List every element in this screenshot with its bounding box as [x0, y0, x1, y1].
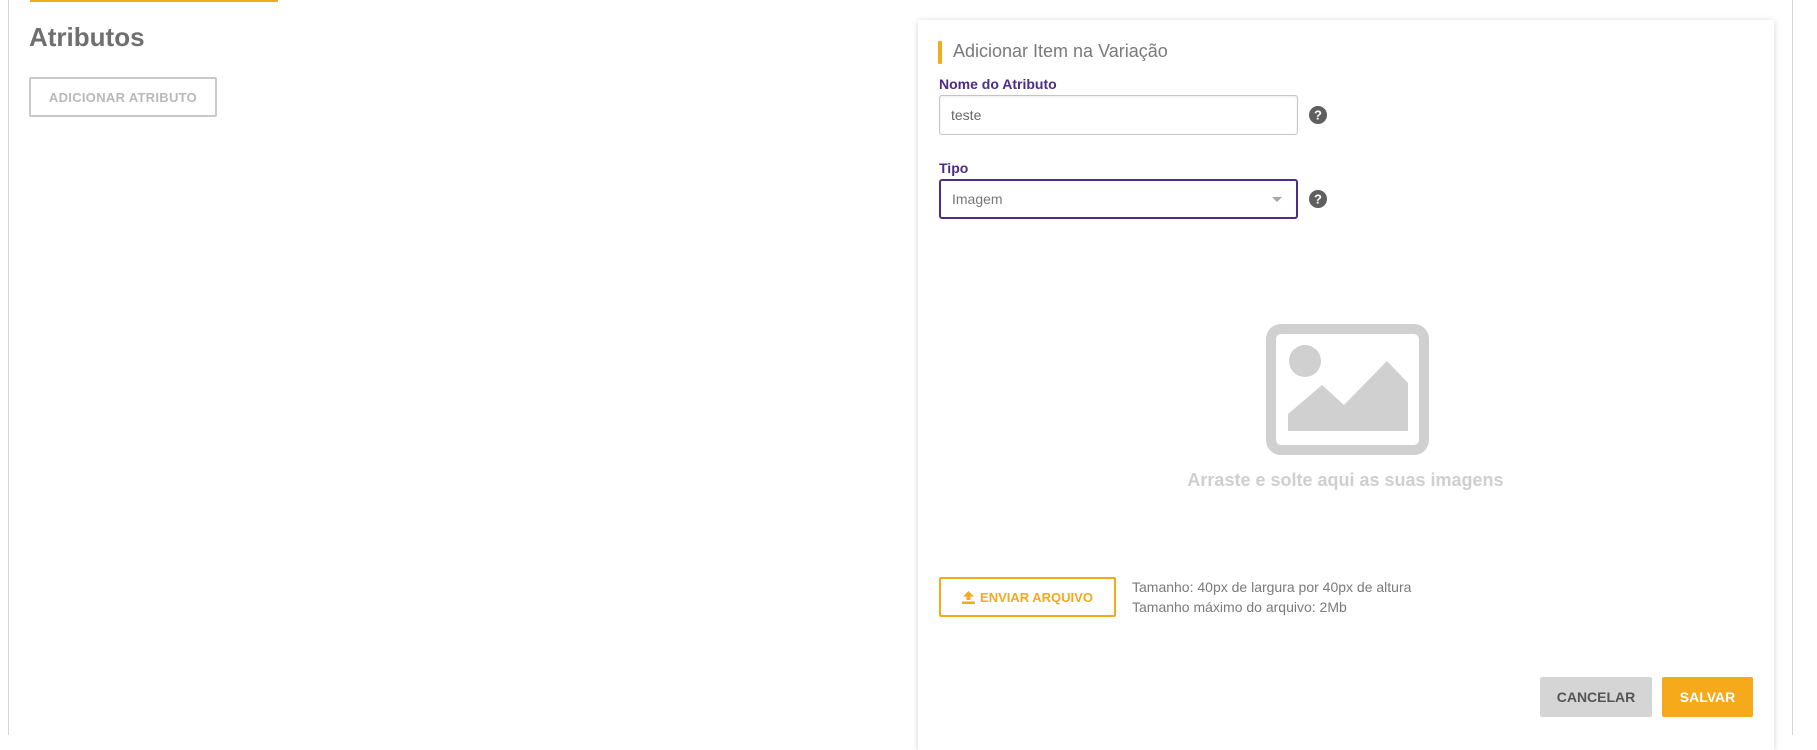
dropzone-text: Arraste e solte aqui as suas imagens	[1187, 470, 1504, 490]
upload-icon	[962, 590, 976, 604]
image-dropzone[interactable]: Arraste e solte aqui as suas imagens	[939, 250, 1752, 510]
question-circle-icon[interactable]: ?	[1308, 189, 1328, 209]
attribute-name-label: Nome do Atributo	[939, 76, 1057, 92]
upload-file-button[interactable]: ENVIAR ARQUIVO	[939, 577, 1116, 617]
type-select[interactable]: Imagem	[939, 179, 1298, 219]
page-title: Atributos	[29, 22, 145, 52]
add-attribute-button[interactable]: ADICIONAR ATRIBUTO	[29, 77, 217, 117]
type-label: Tipo	[939, 160, 969, 176]
upload-requirements: Tamanho: 40px de largura por 40px de alt…	[1132, 577, 1411, 617]
active-tab-indicator	[30, 0, 278, 2]
panel-title: Adicionar Item na Variação	[953, 41, 1168, 61]
upload-file-button-label: ENVIAR ARQUIVO	[980, 589, 1093, 605]
question-circle-icon[interactable]: ?	[1308, 105, 1328, 125]
type-select-value: Imagem	[952, 191, 1003, 207]
cancel-button[interactable]: CANCELAR	[1540, 677, 1652, 717]
max-file-size-info: Tamanho máximo do arquivo: 2Mb	[1132, 599, 1347, 615]
image-size-info: Tamanho: 40px de largura por 40px de alt…	[1132, 579, 1412, 595]
attribute-name-input[interactable]	[939, 95, 1298, 135]
image-placeholder-icon	[1266, 324, 1429, 455]
add-variation-item-panel: Adicionar Item na Variação Nome do Atrib…	[918, 20, 1774, 750]
svg-text:?: ?	[1314, 192, 1322, 207]
save-button[interactable]: SALVAR	[1662, 677, 1753, 717]
caret-down-icon	[1272, 196, 1282, 202]
panel-title-accent	[938, 41, 942, 64]
svg-text:?: ?	[1314, 108, 1322, 123]
